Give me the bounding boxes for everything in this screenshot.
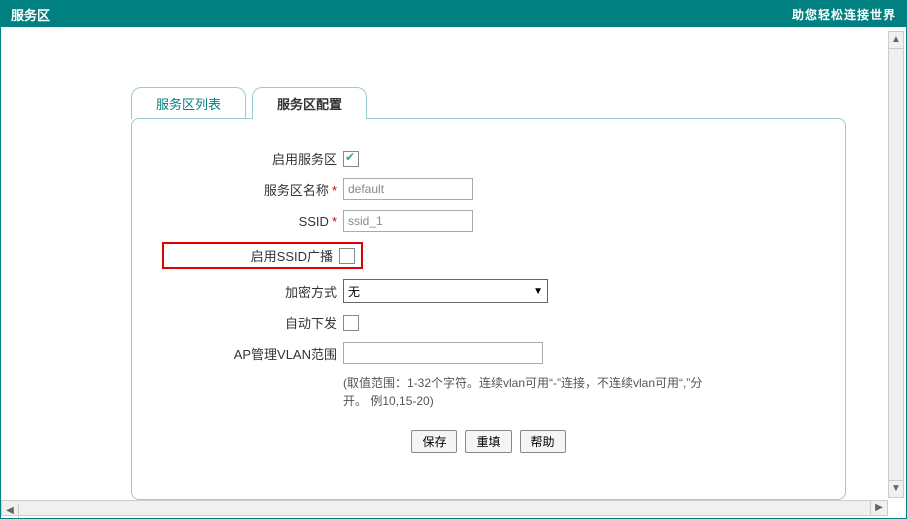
header-bar: 服务区 助您轻松连接世界 [1, 1, 906, 27]
label-zone-name: 服务区名称* [162, 180, 343, 199]
scroll-right-arrow-icon[interactable]: ▶ [870, 501, 887, 515]
label-ap-vlan-range: AP管理VLAN范围 [162, 344, 343, 363]
label-auto-push: 自动下发 [162, 313, 343, 332]
required-asterisk: * [332, 214, 337, 229]
hint-ap-vlan: (取值范围：1-32个字符。连续vlan可用“-”连接，不连续vlan可用“,”… [343, 374, 703, 410]
vertical-scrollbar[interactable]: ▲ ▼ [888, 31, 904, 498]
select-encryption[interactable]: 无 ▼ [343, 279, 548, 303]
chevron-down-icon: ▼ [533, 286, 543, 297]
checkbox-enable-zone[interactable] [343, 151, 359, 167]
tab-service-zone-config[interactable]: 服务区配置 [252, 87, 367, 119]
label-enable-ssid-broadcast: 启用SSID广播 [164, 246, 339, 265]
config-panel: 启用服务区 服务区名称* SSID* 启用SSID广播 [131, 118, 846, 500]
tab-row: 服务区列表 服务区配置 [131, 87, 846, 119]
header-slogan: 助您轻松连接世界 [792, 6, 896, 23]
app-window: 服务区 助您轻松连接世界 ▲ ▼ ◀ ▶ 服务区列表 服务区配置 启用服务区 服… [0, 0, 907, 519]
horizontal-scrollbar[interactable]: ◀ ▶ [1, 500, 888, 516]
label-enable-zone: 启用服务区 [162, 149, 343, 168]
scroll-down-arrow-icon[interactable]: ▼ [889, 480, 903, 497]
label-encryption: 加密方式 [162, 282, 343, 301]
input-zone-name[interactable] [343, 178, 473, 200]
input-ssid[interactable] [343, 210, 473, 232]
refill-button[interactable]: 重填 [465, 430, 511, 453]
tabs-container: 服务区列表 服务区配置 启用服务区 服务区名称* SSID* [131, 87, 846, 500]
scroll-up-arrow-icon[interactable]: ▲ [889, 32, 903, 49]
page-title: 服务区 [11, 5, 50, 24]
content-area: ▲ ▼ ◀ ▶ 服务区列表 服务区配置 启用服务区 服务区名称* [1, 27, 906, 518]
checkbox-auto-push[interactable] [343, 315, 359, 331]
help-button[interactable]: 帮助 [520, 430, 566, 453]
highlight-ssid-broadcast: 启用SSID广播 [162, 242, 363, 269]
label-ssid: SSID* [162, 214, 343, 229]
save-button[interactable]: 保存 [411, 430, 457, 453]
checkbox-enable-ssid-broadcast[interactable] [339, 248, 355, 264]
button-row: 保存 重填 帮助 [162, 430, 815, 453]
scroll-left-arrow-icon[interactable]: ◀ [2, 504, 19, 518]
select-encryption-value: 无 [348, 283, 360, 300]
input-ap-vlan-range[interactable] [343, 342, 543, 364]
required-asterisk: * [332, 183, 337, 198]
tab-service-zone-list[interactable]: 服务区列表 [131, 87, 246, 119]
